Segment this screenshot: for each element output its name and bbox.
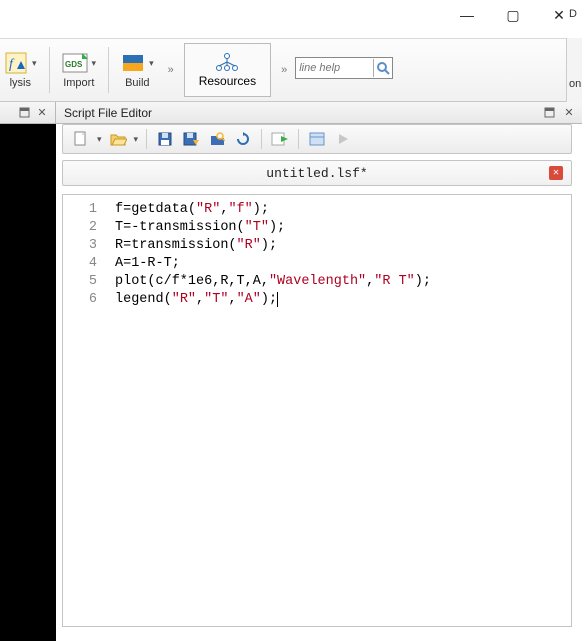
line-number: 2 [67,219,97,237]
dropdown-arrow-icon[interactable]: ▾ [97,134,102,145]
filename-text: untitled.lsf* [266,166,367,181]
import-gds-icon: GDS [62,51,88,75]
analysis-label: lysis [10,77,31,89]
line-number: 3 [67,237,97,255]
find-button[interactable] [207,129,227,149]
save-icon [157,131,173,147]
search-icon [376,61,390,75]
open-file-button[interactable] [108,129,128,149]
find-icon [209,131,225,147]
new-file-icon [72,130,90,148]
save-as-button[interactable] [181,129,201,149]
refresh-button[interactable] [233,129,253,149]
separator [298,129,299,149]
separator [108,47,109,93]
line-number: 6 [67,291,97,309]
editor-close-button[interactable]: ✕ [562,106,576,120]
ribbon-toolbar: f ▾ lysis GDS ▾ Import ▾ Build » Resourc… [0,38,582,102]
import-button[interactable]: GDS ▾ Import [54,41,105,99]
layout-icon [309,132,325,146]
line-number: 4 [67,255,97,273]
svg-text:GDS: GDS [65,60,83,69]
folder-open-icon [109,130,127,148]
editor-title-text: Script File Editor [64,106,152,120]
editor-panel-title: Script File Editor ✕ [56,102,582,123]
dock-icon [544,107,555,118]
build-label: Build [125,77,149,89]
minimize-button[interactable]: — [444,0,490,30]
ribbon-overflow-button-2[interactable]: » [275,41,293,99]
save-as-icon [182,131,200,147]
separator [146,129,147,149]
layout-button[interactable] [307,129,327,149]
dock-icon [19,107,30,118]
separator [49,47,50,93]
script-editor-panel: ▾ ▾ untitled.lsf* ✕ [62,124,572,635]
resources-button[interactable]: Resources [184,43,271,97]
dropdown-arrow-icon: ▾ [149,58,154,69]
filename-tab[interactable]: untitled.lsf* ✕ [62,160,572,186]
edge-text-1: D [569,8,577,20]
build-button[interactable]: ▾ Build [113,41,162,99]
code-content[interactable]: f=getdata("R","f"); T=-transmission("T")… [107,195,571,626]
left-panel-controls: ✕ [0,102,56,123]
refresh-icon [235,131,251,147]
line-number: 1 [67,201,97,219]
dropdown-arrow-icon: ▾ [32,58,37,69]
line-number: 5 [67,273,97,291]
search-button[interactable] [373,59,391,77]
run-icon [271,131,289,147]
run-disabled-button [333,129,353,149]
analysis-button[interactable]: f ▾ lysis [4,41,45,99]
window-controls: — ▢ ✕ [444,0,582,30]
left-viewport-panel [0,124,56,641]
close-tab-button[interactable]: ✕ [549,166,563,180]
analysis-icon: f [4,51,28,75]
ribbon-overflow-button[interactable]: » [162,41,180,99]
window-titlebar: — ▢ ✕ [0,0,582,38]
right-edge-fragment: D on [566,38,582,102]
run-script-button[interactable] [270,129,290,149]
line-gutter: 1 2 3 4 5 6 [63,195,107,626]
edge-text-2: on [569,78,582,90]
dock-button[interactable] [17,106,31,120]
help-search-box [295,57,393,79]
resources-icon [214,52,240,74]
play-icon [336,132,350,146]
help-search-input[interactable] [297,62,373,74]
panel-header-strip: ✕ Script File Editor ✕ [0,102,582,124]
new-file-button[interactable] [71,129,91,149]
editor-dock-button[interactable] [542,106,556,120]
maximize-button[interactable]: ▢ [490,0,536,30]
save-button[interactable] [155,129,175,149]
dropdown-arrow-icon[interactable]: ▾ [134,134,139,145]
resources-label: Resources [199,74,256,88]
dropdown-arrow-icon: ▾ [92,58,97,69]
close-panel-button[interactable]: ✕ [35,106,49,120]
separator [261,129,262,149]
text-cursor [277,292,278,307]
import-label: Import [63,77,94,89]
editor-toolbar: ▾ ▾ [62,124,572,154]
code-editor[interactable]: 1 2 3 4 5 6 f=getdata("R","f"); T=-trans… [62,194,572,627]
build-icon [121,51,145,75]
